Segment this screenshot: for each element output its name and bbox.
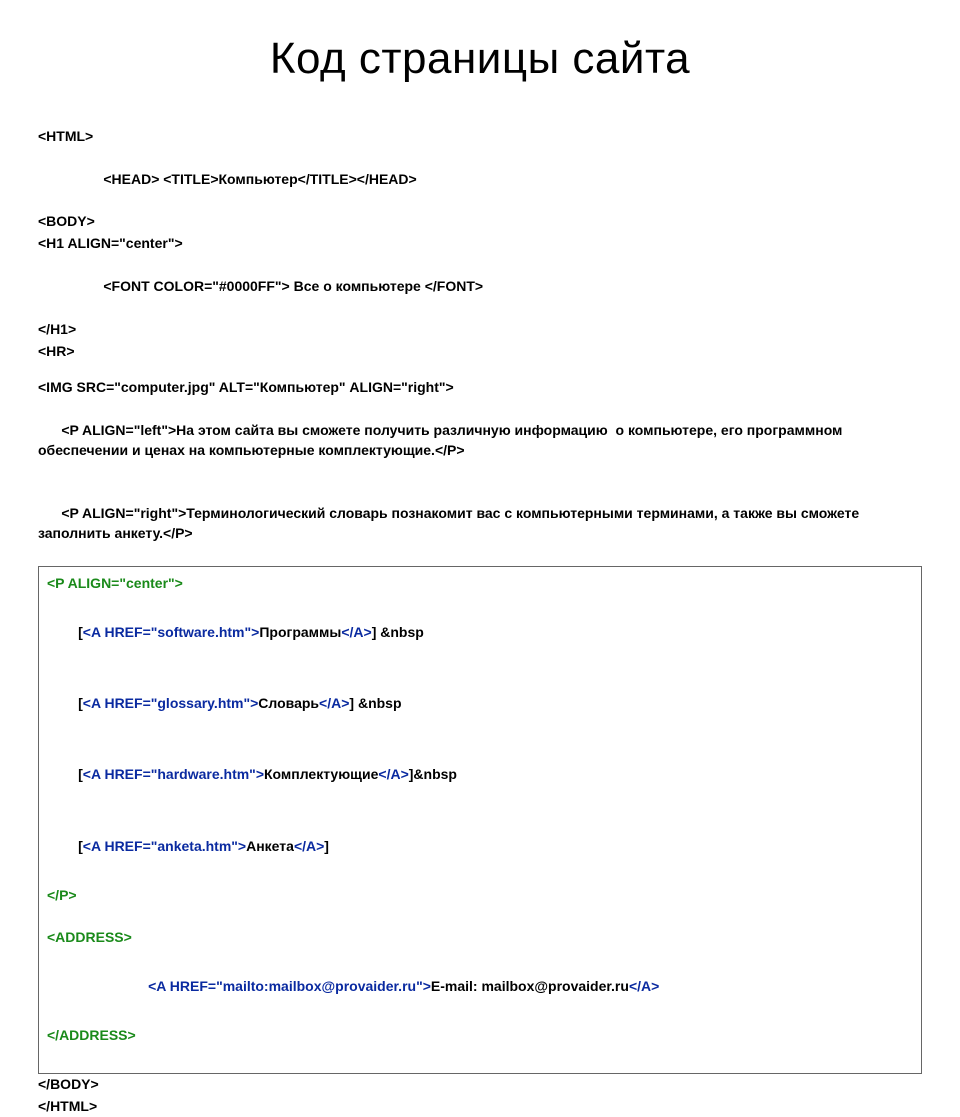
code-line: <P ALIGN="center"> — [47, 573, 913, 595]
slide-title: Код страницы сайта — [38, 34, 922, 84]
code-line: <BODY> — [38, 211, 922, 231]
code-line: </HTML> — [38, 1096, 922, 1116]
code-line: <P ALIGN="left">На этом сайта вы сможете… — [38, 400, 922, 481]
code-line: <HTML> — [38, 126, 922, 146]
gap — [38, 363, 922, 377]
code-line: <HEAD> <TITLE>Компьютер</TITLE></HEAD> — [38, 148, 922, 209]
code-line: <P ALIGN="right">Терминологический слова… — [38, 483, 922, 564]
code-line: <FONT COLOR="#0000FF"> Все о компьютере … — [38, 256, 922, 317]
code-line: [<A HREF="hardware.htm">Комплектующие</A… — [47, 743, 913, 808]
code-line: <ADDRESS> — [47, 927, 913, 949]
code-line: </P> — [47, 885, 913, 907]
code-line: <A HREF="mailto:mailbox@provaider.ru">E-… — [47, 954, 913, 1019]
code-line: <HR> — [38, 341, 922, 361]
code-line: </BODY> — [38, 1074, 922, 1094]
code-line: [<A HREF="anketa.htm">Анкета</A>] — [47, 814, 913, 879]
highlighted-box: <P ALIGN="center"> [<A HREF="software.ht… — [38, 566, 922, 1074]
code-line: [<A HREF="glossary.htm">Словарь</A>] &nb… — [47, 672, 913, 737]
code-line: </H1> — [38, 319, 922, 339]
code-line: <IMG SRC="computer.jpg" ALT="Компьютер" … — [38, 377, 922, 397]
slide: Код страницы сайта <HTML> <HEAD> <TITLE>… — [0, 0, 960, 1117]
code-line: </ADDRESS> — [47, 1025, 913, 1047]
gap — [47, 913, 913, 927]
code-block: <HTML> <HEAD> <TITLE>Компьютер</TITLE></… — [38, 126, 922, 1117]
code-line: <H1 ALIGN="center"> — [38, 233, 922, 253]
code-line: [<A HREF="software.htm">Программы</A>] &… — [47, 601, 913, 666]
